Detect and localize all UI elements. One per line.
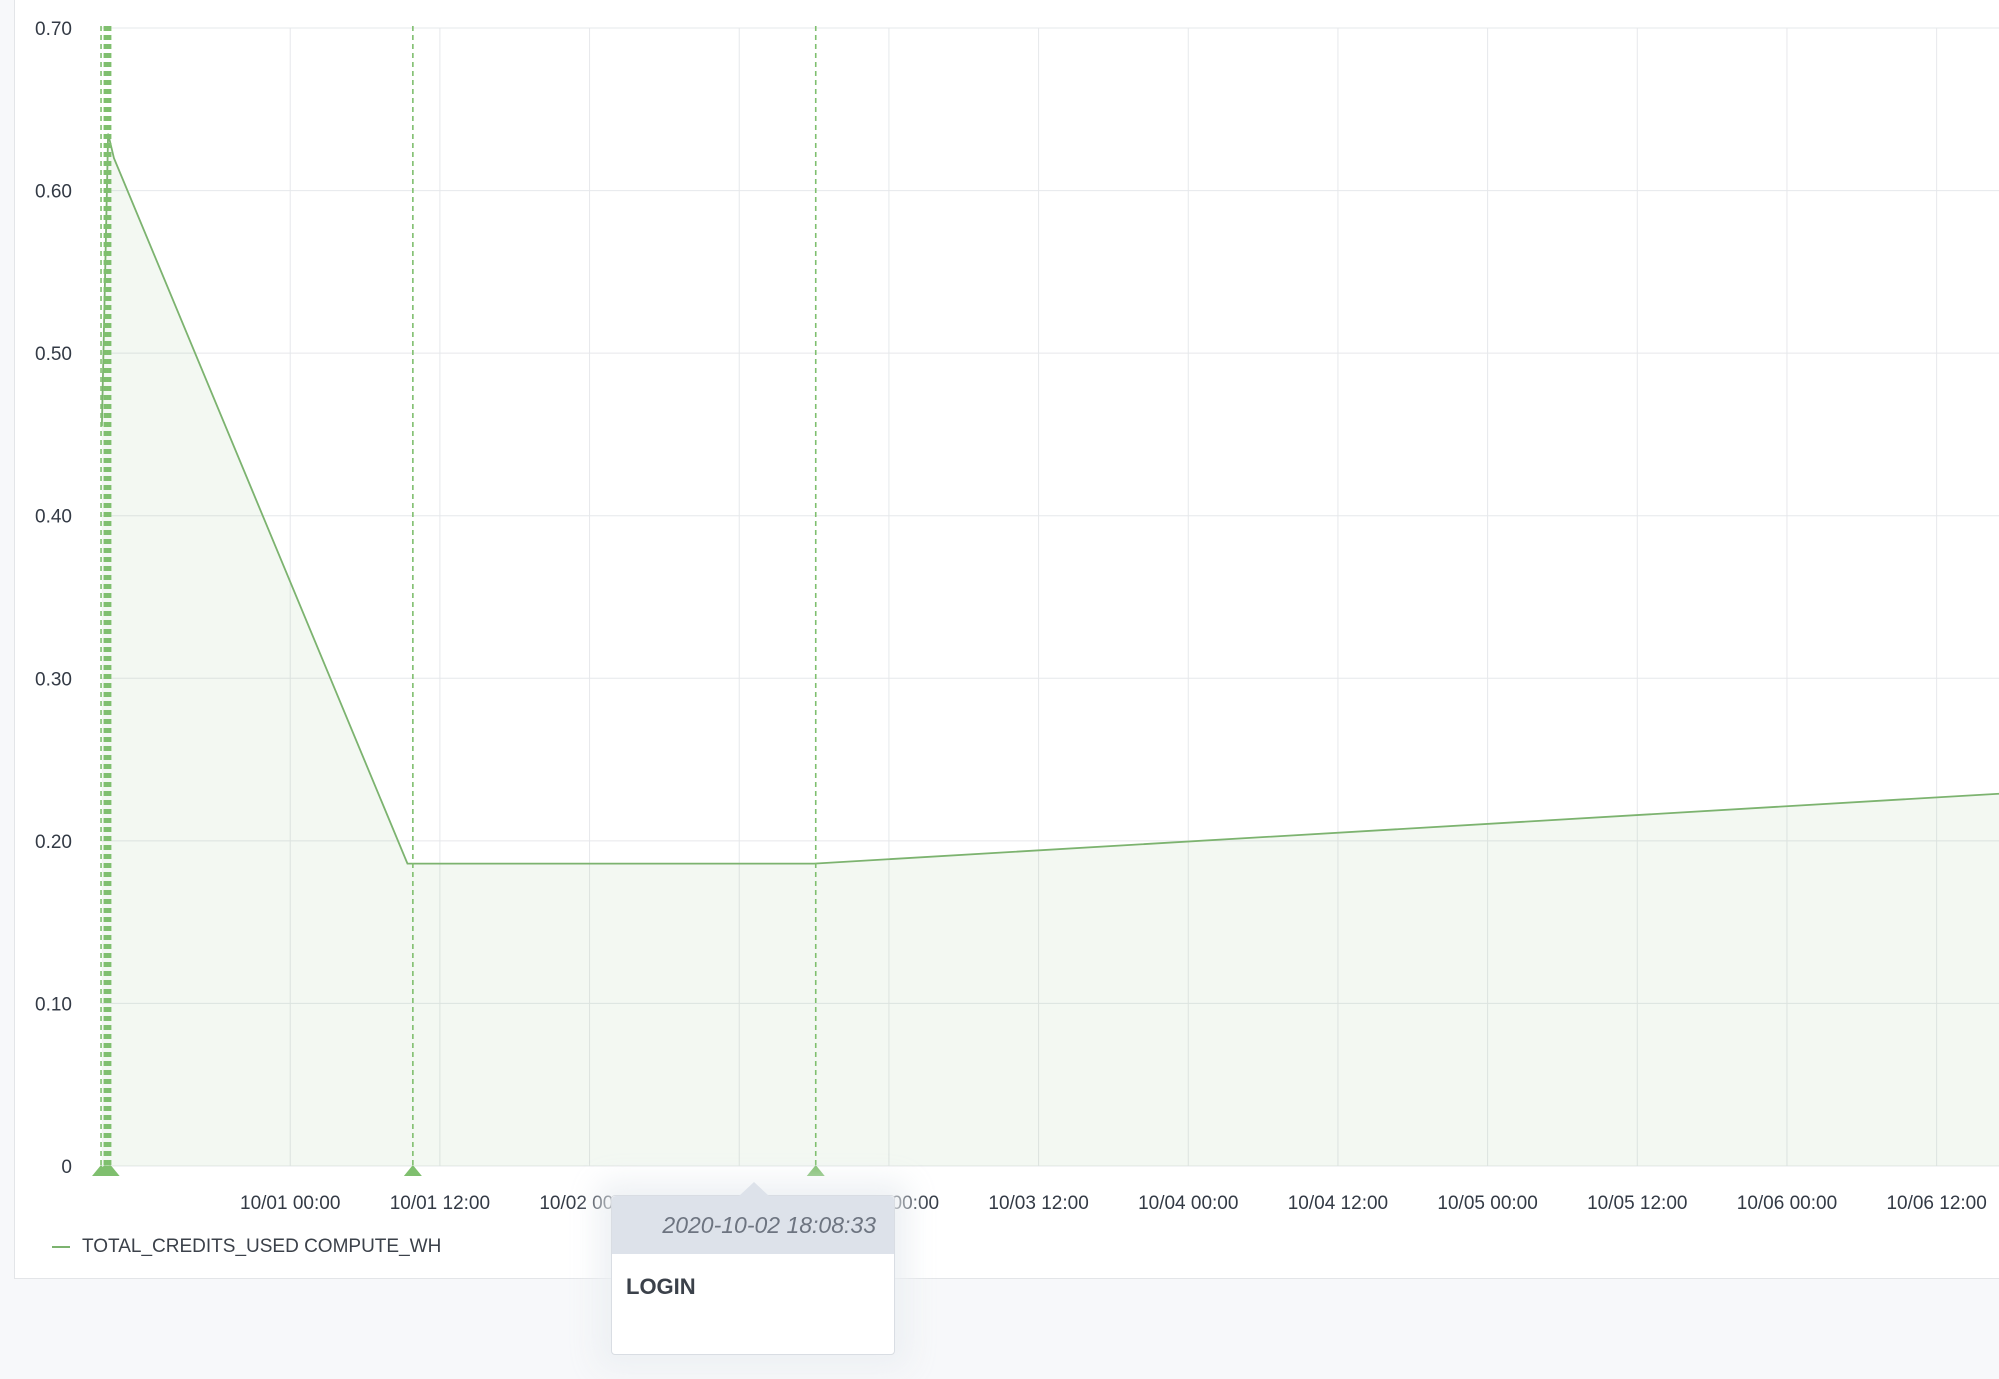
x-tick-label: 10/05 12:00 [1587, 1193, 1687, 1214]
legend-swatch [52, 1246, 70, 1248]
y-tick-label: 0.60 [35, 182, 72, 203]
event-tooltip: 2020-10-02 18:08:33 LOGIN [611, 1182, 895, 1355]
series-area [101, 133, 1999, 1167]
y-tick-label: 0 [61, 1157, 72, 1178]
x-tick-label: 10/03 12:00 [988, 1193, 1088, 1214]
y-tick-label: 0.40 [35, 507, 72, 528]
x-tick-label: 10/05 00:00 [1437, 1193, 1537, 1214]
x-tick-label: 10/06 00:00 [1737, 1193, 1837, 1214]
y-tick-label: 0.50 [35, 344, 72, 365]
y-tick-label: 0.10 [35, 994, 72, 1015]
tooltip-arrow [739, 1182, 769, 1196]
x-tick-label: 10/01 00:00 [240, 1193, 340, 1214]
legend[interactable]: TOTAL_CREDITS_USED COMPUTE_WH [52, 1236, 441, 1258]
x-tick-label: 10/04 12:00 [1288, 1193, 1388, 1214]
series-line [100, 133, 1999, 865]
tooltip-timestamp: 2020-10-02 18:08:33 [612, 1196, 894, 1254]
x-tick-label: 10/06 12:00 [1886, 1193, 1986, 1214]
x-tick-label: 10/01 12:00 [390, 1193, 490, 1214]
y-tick-label: 0.70 [35, 19, 72, 40]
tooltip-event: LOGIN [626, 1274, 696, 1299]
x-tick-label: 10/04 00:00 [1138, 1193, 1238, 1214]
event-marker-triangle [806, 1165, 825, 1176]
y-tick-label: 0.30 [35, 669, 72, 690]
event-marker-triangle [403, 1165, 422, 1176]
y-tick-label: 0.20 [35, 832, 72, 853]
chart-svg: 0 0.10 0.20 0.30 0.40 0.50 0.60 0.70 10/01 00:00… [35, 19, 1999, 1214]
legend-label: TOTAL_CREDITS_USED COMPUTE_WH [82, 1236, 442, 1257]
